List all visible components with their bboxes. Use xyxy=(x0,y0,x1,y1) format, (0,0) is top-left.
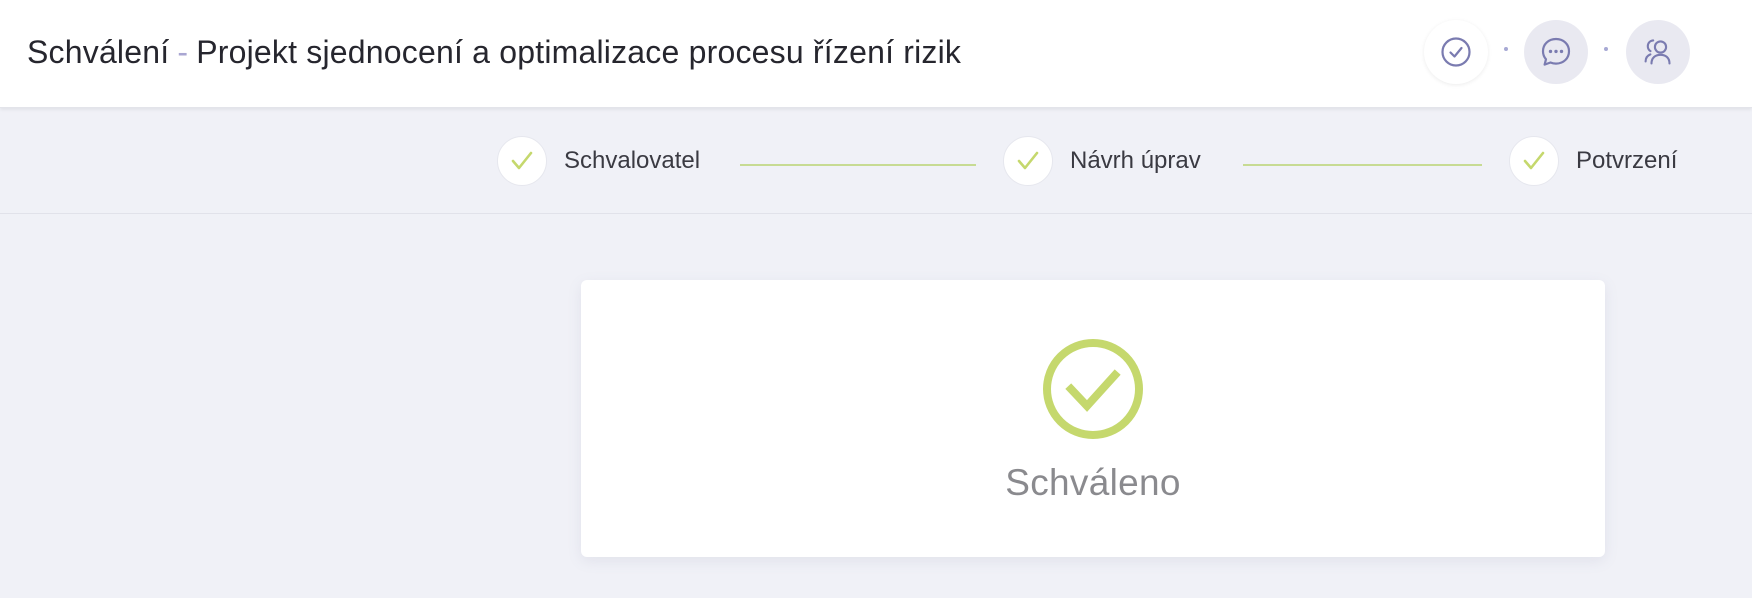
separator-dot xyxy=(1504,47,1508,51)
step-complete-indicator xyxy=(497,136,547,186)
title-prefix: Schválení xyxy=(27,34,170,70)
step-connector xyxy=(740,164,976,166)
header: Schválení - Projekt sjednocení a optimaliz… xyxy=(0,0,1752,108)
step-connector xyxy=(1243,164,1482,166)
step-complete-indicator xyxy=(1003,136,1053,186)
users-icon xyxy=(1644,39,1671,65)
check-circle-icon xyxy=(1441,37,1471,67)
step-label: Potvrzení xyxy=(1576,147,1678,174)
comment-dots-icon xyxy=(1541,37,1571,66)
check-icon xyxy=(1523,151,1545,170)
approval-result-card: Schváleno xyxy=(581,280,1605,557)
comments-button[interactable] xyxy=(1524,20,1588,84)
step-confirmation: Potvrzení xyxy=(1509,136,1677,186)
check-circle-icon xyxy=(1043,339,1143,439)
step-edit-proposal: Návrh úprav xyxy=(1003,136,1201,186)
approve-button[interactable] xyxy=(1424,20,1488,84)
step-label: Schvalovatel xyxy=(564,147,701,174)
check-icon xyxy=(1017,151,1039,170)
approval-status: Schváleno xyxy=(1005,462,1181,503)
step-complete-indicator xyxy=(1509,136,1559,186)
check-icon xyxy=(511,151,533,170)
page-title: Schválení - Projekt sjednocení a optimaliz… xyxy=(27,30,961,74)
step-label: Návrh úprav xyxy=(1070,147,1201,174)
title-main: Projekt sjednocení a optimalizace proces… xyxy=(196,34,962,70)
step-approver: Schvalovatel xyxy=(497,136,700,186)
users-button[interactable] xyxy=(1626,20,1690,84)
title-separator: - xyxy=(177,34,189,70)
separator-dot xyxy=(1604,47,1608,51)
progress-stepper xyxy=(0,108,1752,214)
